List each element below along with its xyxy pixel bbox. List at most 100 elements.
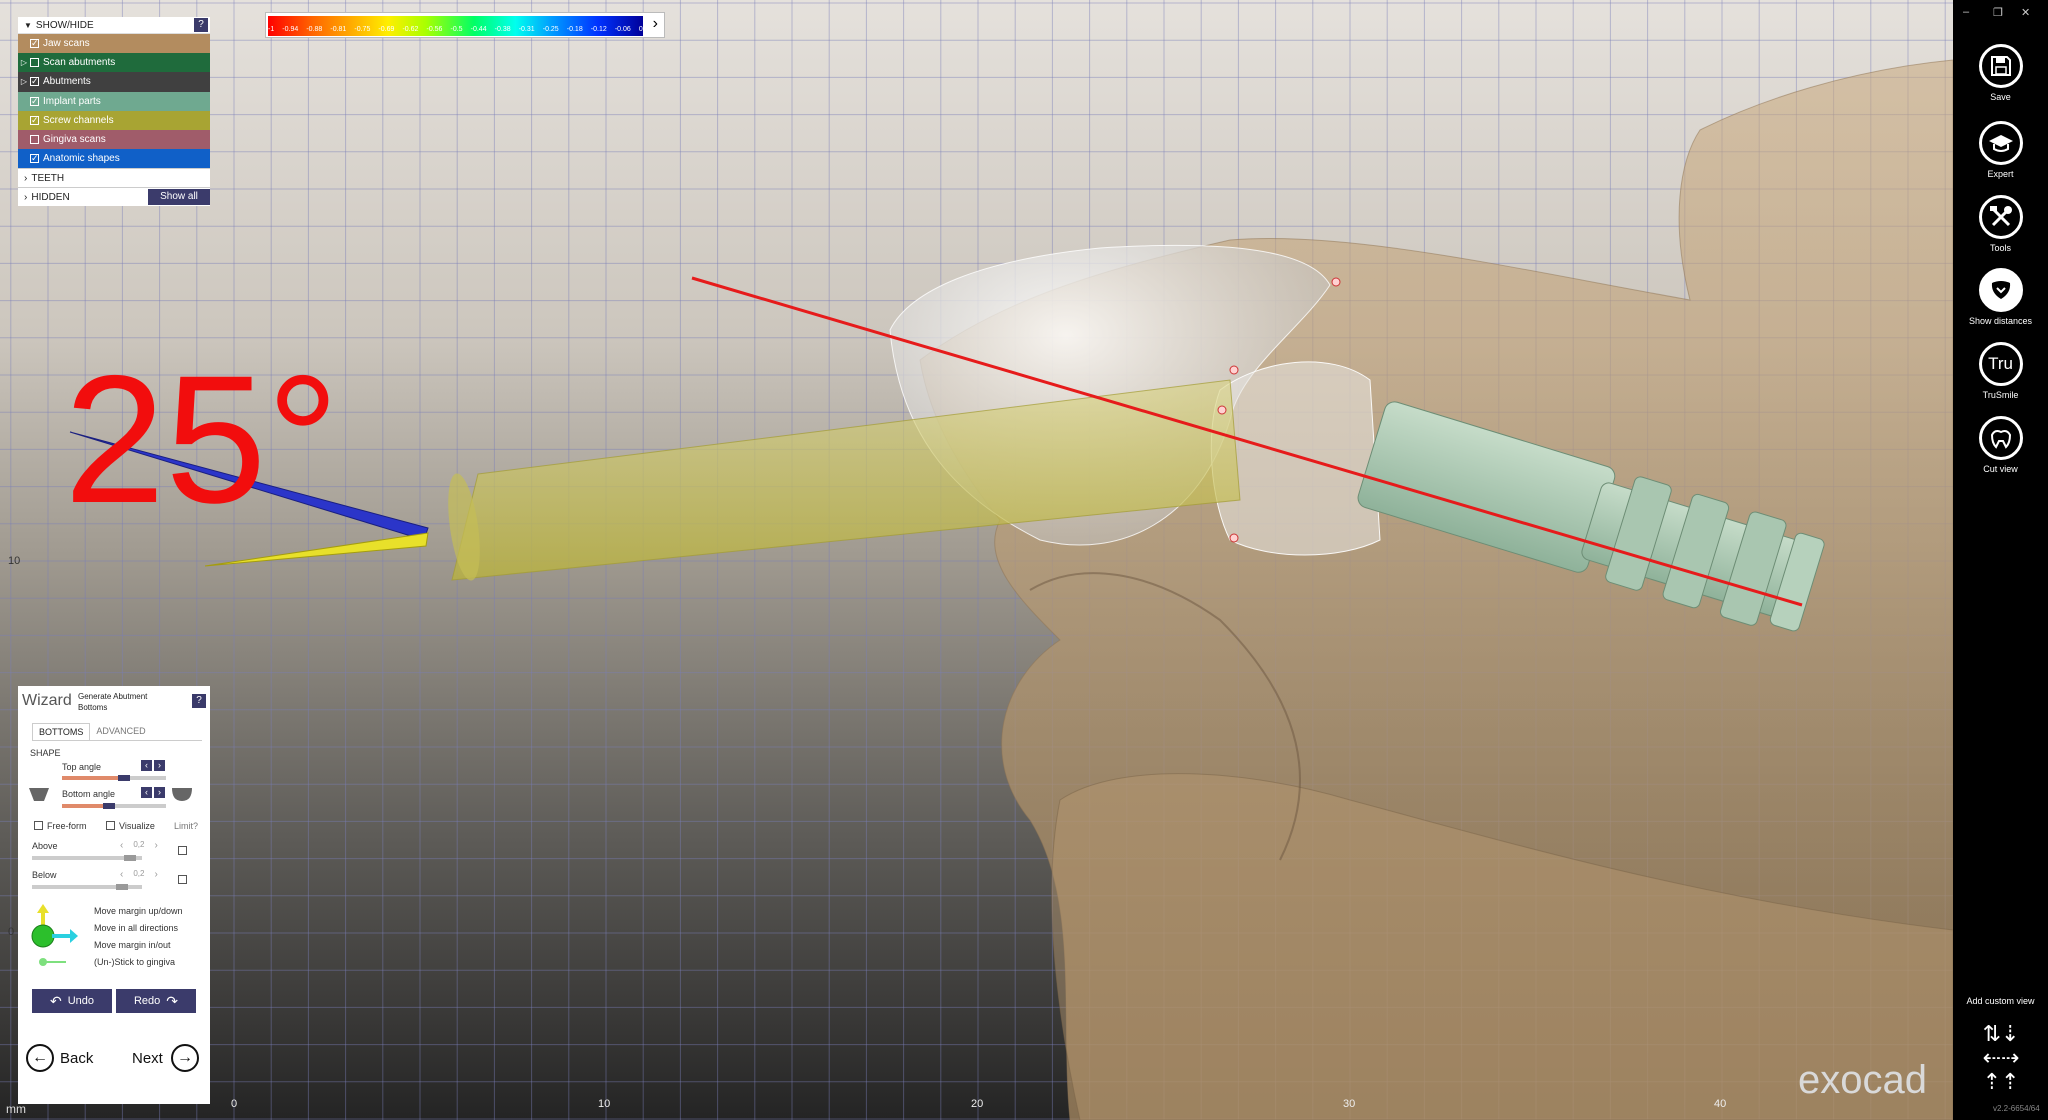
color-bar-ticks: -1 -0.94 -0.88 -0.81 -0.75 -0.69 -0.62 -0.56 -0.…	[268, 26, 643, 33]
shape-label: SHAPE	[30, 748, 61, 758]
expert-button[interactable]: Expert	[1953, 121, 2048, 179]
cut-view-icon	[1978, 416, 2023, 460]
below-value: 0,2	[133, 869, 145, 878]
margin-point	[1331, 277, 1341, 287]
tools-button[interactable]: Tools	[1953, 195, 2048, 253]
teeth-section[interactable]: › TEETH	[18, 168, 210, 188]
visibility-checkbox[interactable]	[30, 58, 39, 68]
below-label: Below	[32, 870, 57, 880]
show-distances-label: Show distances	[1968, 316, 2033, 326]
bottom-angle-stepper[interactable]: ‹ ›	[141, 787, 165, 798]
tab-bottoms[interactable]: BOTTOMS	[32, 723, 91, 740]
hidden-section[interactable]: › HIDDEN Show all	[18, 187, 210, 207]
expand-arrow-icon: ▷	[20, 58, 28, 68]
back-button[interactable]: Back	[60, 1050, 93, 1067]
chevron-right-icon[interactable]: ›	[154, 840, 157, 851]
chevron-left-icon[interactable]: ‹	[141, 760, 152, 771]
visibility-checkbox[interactable]: ✓	[30, 115, 39, 125]
slider-knob[interactable]	[124, 855, 136, 861]
chevron-down-icon: ▼	[24, 20, 32, 30]
show-hide-item[interactable]: ▷ ✓ Abutments	[18, 72, 210, 92]
below-stepper[interactable]: ‹ 0,2 ›	[120, 869, 158, 880]
show-hide-item[interactable]: Gingiva scans	[18, 129, 210, 150]
chevron-right-icon[interactable]: ›	[154, 760, 165, 771]
color-bar-tick: -0.88	[306, 26, 323, 33]
visualize-checkbox[interactable]	[106, 821, 115, 830]
show-all-button[interactable]: Show all	[148, 189, 210, 206]
tab-advanced[interactable]: ADVANCED	[90, 723, 152, 740]
below-slider[interactable]	[32, 884, 142, 890]
axis-tick-0: 0	[231, 1098, 238, 1110]
below-limit-checkbox[interactable]	[178, 875, 187, 884]
show-hide-item[interactable]: ✓ Screw channels	[18, 110, 210, 130]
help-button[interactable]: ?	[192, 694, 206, 708]
color-bar-tick: -0.25	[542, 26, 559, 33]
tools-icon	[1978, 195, 2023, 239]
bottom-angle-slider[interactable]	[62, 803, 166, 809]
redo-button[interactable]: Redo ↷	[116, 989, 196, 1013]
close-icon[interactable]: ✕	[2021, 6, 2030, 19]
axis-tick-30: 30	[1343, 1098, 1356, 1110]
view-direction-arrows-icon[interactable]: ⇅⇣ ⇠⇢ ⇡⇡	[1973, 1022, 2029, 1098]
show-hide-item-label: Screw channels	[43, 114, 114, 126]
distance-color-bar[interactable]: -1 -0.94 -0.88 -0.81 -0.75 -0.69 -0.62 -0.56 -0.…	[265, 12, 665, 38]
show-hide-item[interactable]: ✓ Implant parts	[18, 91, 210, 111]
undo-button[interactable]: ↶ Undo	[32, 989, 112, 1013]
cut-view-button[interactable]: Cut view	[1953, 416, 2048, 474]
show-hide-item[interactable]: ✓ Anatomic shapes	[18, 149, 210, 169]
show-hide-item[interactable]: ▷ Scan abutments	[18, 53, 210, 73]
next-button[interactable]: Next	[132, 1050, 163, 1067]
trusmile-button[interactable]: Tru TruSmile	[1953, 342, 2048, 400]
back-arrow-icon[interactable]: ←	[26, 1044, 54, 1072]
legend-stick-gingiva: (Un-)Stick to gingiva	[94, 957, 176, 967]
help-button[interactable]: ?	[194, 18, 208, 32]
chevron-right-icon[interactable]: ›	[154, 787, 165, 798]
above-label: Above	[32, 841, 58, 851]
visibility-checkbox[interactable]: ✓	[30, 39, 39, 49]
free-form-checkbox[interactable]	[34, 821, 43, 830]
top-angle-slider[interactable]	[62, 775, 166, 781]
slider-fill	[62, 804, 109, 808]
bottom-shape-left-icon[interactable]	[28, 786, 50, 802]
chevron-right-icon[interactable]: ›	[154, 869, 157, 880]
visibility-checkbox[interactable]: ✓	[30, 154, 39, 164]
show-hide-item-label: Abutments	[43, 76, 91, 88]
expand-arrow-icon: ▷	[20, 77, 28, 87]
legend-up-down: Move margin up/down	[94, 906, 183, 916]
color-bar-tick: -0.62	[402, 26, 419, 33]
chevron-left-icon[interactable]: ‹	[141, 787, 152, 798]
legend-all-directions: Move in all directions	[94, 923, 179, 933]
chevron-left-icon[interactable]: ‹	[120, 869, 123, 880]
chevron-left-icon[interactable]: ‹	[120, 840, 123, 851]
above-slider[interactable]	[32, 855, 142, 861]
next-arrow-icon[interactable]: →	[171, 1044, 199, 1072]
show-distances-button[interactable]: Show distances	[1953, 268, 2048, 326]
chevron-right-icon[interactable]: ›	[653, 15, 658, 33]
color-bar-tick: -0.69	[378, 26, 395, 33]
above-limit-checkbox[interactable]	[178, 846, 187, 855]
visibility-checkbox[interactable]	[30, 135, 39, 145]
limit-label: Limit?	[174, 821, 199, 831]
slider-knob[interactable]	[102, 803, 115, 809]
visibility-checkbox[interactable]: ✓	[30, 77, 39, 87]
above-stepper[interactable]: ‹ 0,2 ›	[120, 840, 158, 851]
restore-icon[interactable]: ❐	[1993, 6, 2003, 19]
top-angle-stepper[interactable]: ‹ ›	[141, 760, 165, 771]
visibility-checkbox[interactable]: ✓	[30, 96, 39, 106]
save-button[interactable]: Save	[1953, 44, 2048, 102]
slider-knob[interactable]	[116, 884, 128, 890]
show-hide-item-label: Anatomic shapes	[43, 153, 120, 165]
minimize-icon[interactable]: –	[1963, 6, 1969, 18]
slider-knob[interactable]	[118, 775, 131, 781]
above-value: 0,2	[133, 840, 145, 849]
show-hide-item[interactable]: ✓ Jaw scans	[18, 34, 210, 54]
tab-divider	[32, 740, 202, 741]
show-hide-header[interactable]: ▼ SHOW/HIDE ?	[18, 17, 210, 34]
top-angle-label: Top angle	[62, 762, 102, 772]
bottom-shape-right-icon[interactable]	[171, 786, 193, 802]
3d-viewport[interactable]: 0 10 20 30 40 10 0 mm 25° exocad -1 -0.94…	[0, 0, 1953, 1120]
exocad-watermark: exocad	[1798, 1058, 1927, 1102]
trusmile-label: TruSmile	[1982, 390, 2019, 400]
dental-scene[interactable]	[0, 0, 1953, 1120]
show-hide-item-label: Jaw scans	[43, 38, 90, 50]
